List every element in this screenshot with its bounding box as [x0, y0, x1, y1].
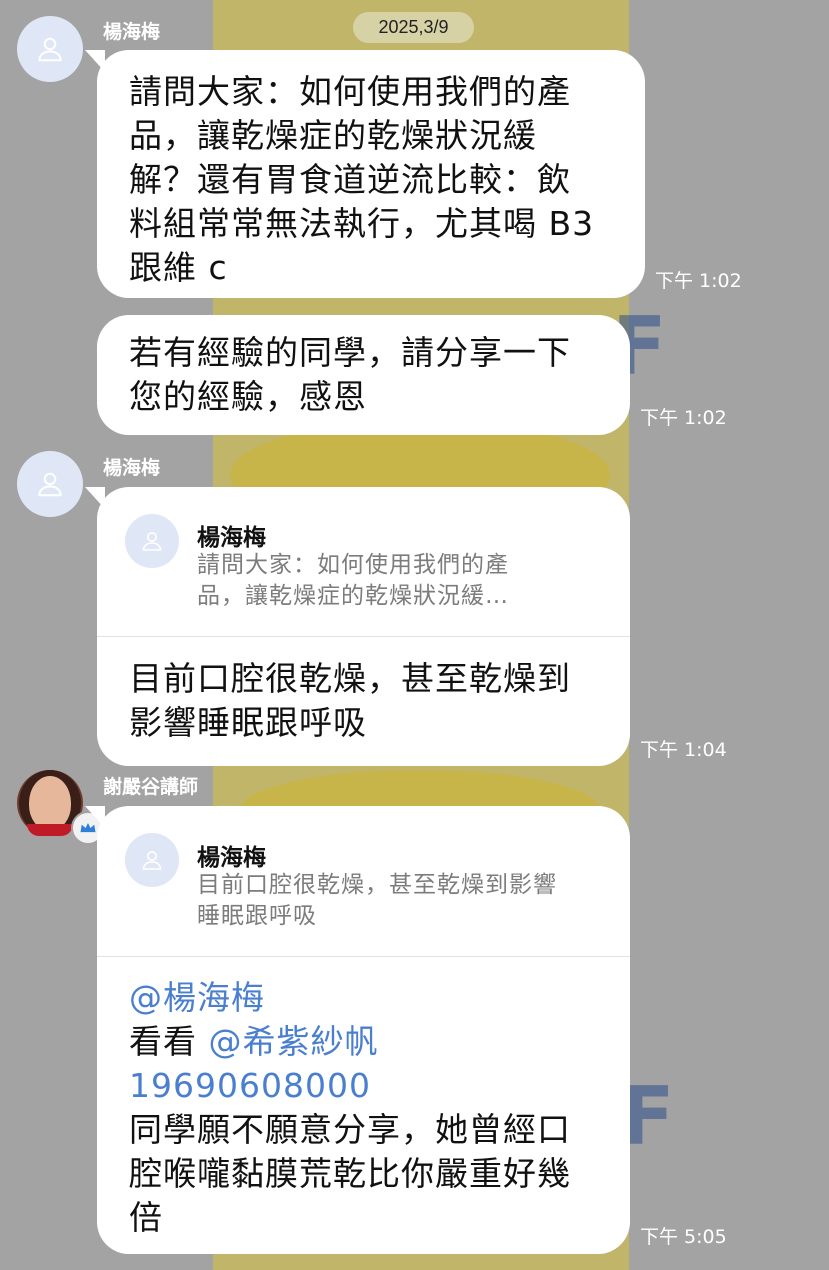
message-time: 下午 1:02 [655, 270, 742, 292]
message-line: 您的經驗，感恩 [129, 377, 367, 416]
user-avatar-icon [38, 472, 62, 497]
quoted-name: 楊海梅 [197, 845, 266, 871]
message-line: 若有經驗的同學，請分享一下 [129, 333, 571, 372]
quoted-avatar [125, 833, 179, 887]
message-line: 同學願不願意分享，她曾經口 [129, 1110, 571, 1149]
message-time: 下午 5:05 [640, 1226, 727, 1248]
sender-avatar[interactable] [17, 16, 83, 82]
sender-name: 謝嚴谷講師 [103, 776, 199, 798]
message-line: 影響睡眠跟呼吸 [129, 703, 367, 742]
date-label: 2025,3/9 [353, 12, 474, 43]
message-text: 目前口腔很乾燥，甚至乾燥到 影響睡眠跟呼吸 [129, 657, 571, 745]
quote-divider [97, 636, 630, 637]
message-line: 料組常常無法執行，尤其喝 B3 [129, 204, 595, 243]
message-text: 請問大家：如何使用我們的產 品，讓乾燥症的乾燥狀況緩 解？還有胃食道逆流比較：飲… [129, 70, 594, 290]
message-line: 腔喉嚨黏膜荒乾比你嚴重好幾 [129, 1154, 571, 1193]
message-line: 解？還有胃食道逆流比較：飲 [129, 160, 571, 199]
message-fragment: 看看 [129, 1022, 209, 1061]
message-text: 若有經驗的同學，請分享一下 您的經驗，感恩 [129, 331, 571, 419]
reply-message-bubble[interactable]: 楊海梅 請問大家：如何使用我們的產 品，讓乾燥症的乾燥狀況緩… 目前口腔很乾燥，… [85, 487, 630, 766]
message-time: 下午 1:02 [640, 407, 727, 429]
quoted-text: 目前口腔很乾燥，甚至乾燥到影響 睡眠跟呼吸 [197, 870, 557, 932]
avatar-clothing [27, 824, 73, 836]
message-line: @楊海梅 [129, 976, 571, 1020]
reply-message-bubble[interactable]: 楊海梅 目前口腔很乾燥，甚至乾燥到影響 睡眠跟呼吸 @楊海梅 看看 @希紫紗帆 … [85, 806, 630, 1254]
message-bubble[interactable]: 請問大家：如何使用我們的產 品，讓乾燥症的乾燥狀況緩 解？還有胃食道逆流比較：飲… [85, 50, 645, 298]
message-line: 目前口腔很乾燥，甚至乾燥到 [129, 659, 571, 698]
bubble-tail [85, 50, 105, 72]
instructor-avatar[interactable] [17, 770, 105, 845]
user-avatar-icon [142, 532, 162, 551]
sender-name: 楊海梅 [103, 21, 161, 43]
message-line: 倍 [129, 1198, 163, 1237]
bubble-tail [85, 806, 105, 828]
message-line: 看看 @希紫紗帆 [129, 1020, 571, 1064]
user-avatar-icon [142, 851, 162, 870]
message-line: 請問大家：如何使用我們的產 [129, 72, 571, 111]
message-line: 跟維 c [129, 248, 228, 287]
avatar-face [29, 776, 71, 830]
quoted-line: 睡眠跟呼吸 [197, 903, 317, 929]
quoted-text: 請問大家：如何使用我們的產 品，讓乾燥症的乾燥狀況緩… [197, 550, 509, 612]
quoted-avatar [125, 514, 179, 568]
quote-divider [97, 956, 630, 957]
mention-link[interactable]: @希紫紗帆 [209, 1022, 379, 1061]
message-bubble[interactable]: 若有經驗的同學，請分享一下 您的經驗，感恩 [97, 315, 630, 435]
message-text: @楊海梅 看看 @希紫紗帆 19690608000 同學願不願意分享，她曾經口 … [129, 976, 571, 1240]
quoted-name: 楊海梅 [197, 525, 266, 551]
quoted-line: 目前口腔很乾燥，甚至乾燥到影響 [197, 872, 557, 898]
user-avatar-icon [38, 37, 62, 62]
sender-avatar[interactable] [17, 451, 83, 517]
quoted-line: 請問大家：如何使用我們的產 [197, 552, 509, 578]
mention-link[interactable]: @楊海梅 [129, 978, 265, 1017]
message-line: 品，讓乾燥症的乾燥狀況緩 [129, 116, 537, 155]
quoted-line: 品，讓乾燥症的乾燥狀況緩… [197, 583, 509, 609]
message-time: 下午 1:04 [640, 739, 727, 761]
message-line: 19690608000 [129, 1064, 571, 1108]
bubble-tail [85, 487, 105, 509]
sender-name: 楊海梅 [103, 457, 161, 479]
phone-number-link[interactable]: 19690608000 [129, 1066, 371, 1105]
